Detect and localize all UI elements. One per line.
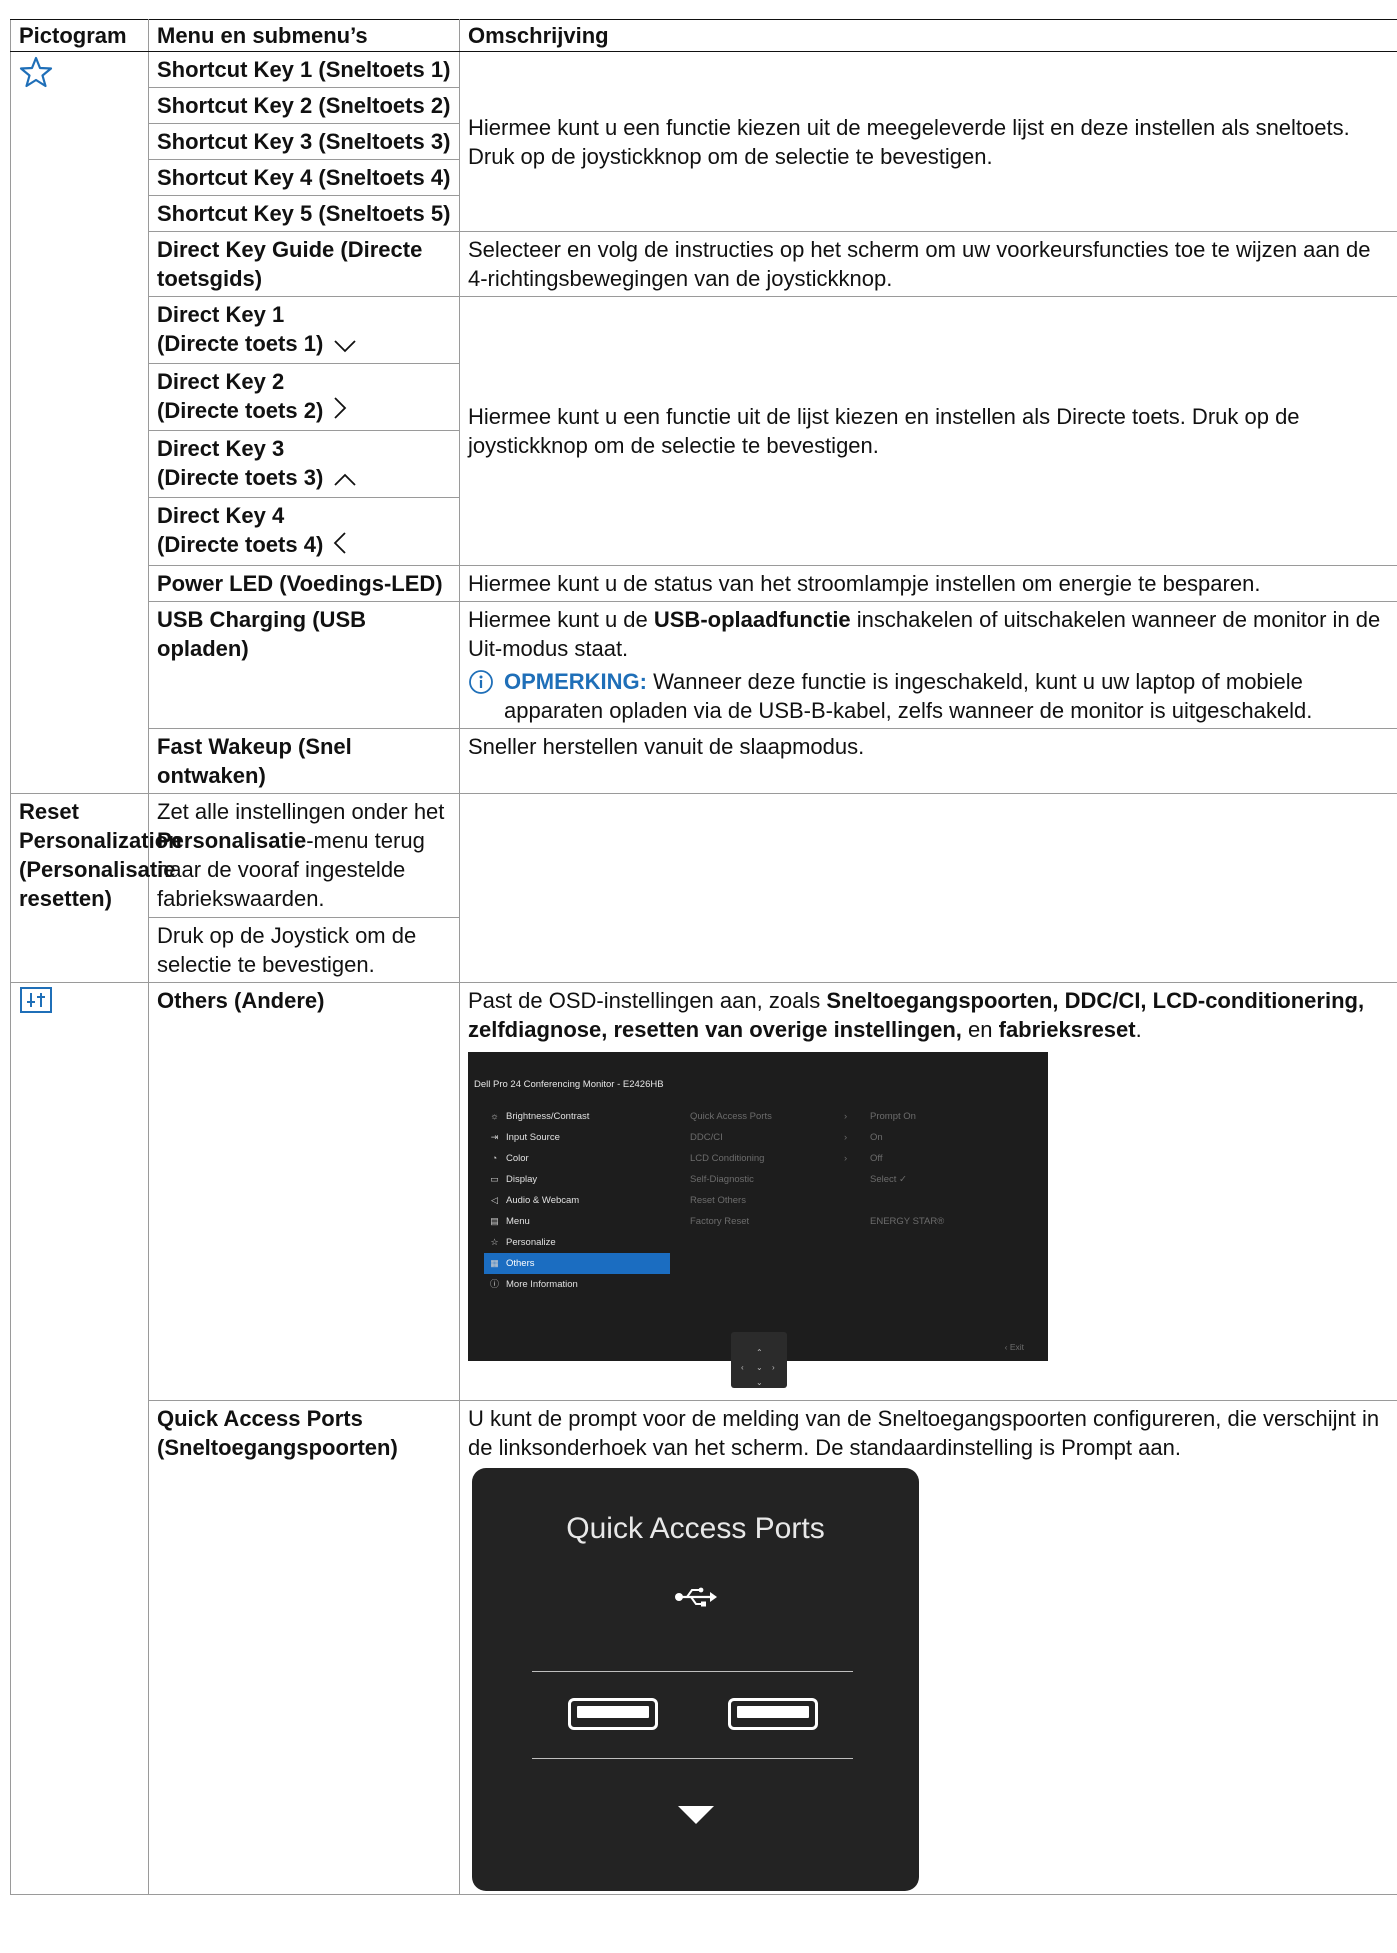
reset-desc-pre: Zet alle instellingen onder het xyxy=(157,798,445,824)
osd-values: Prompt On On Off Select ✓ ENERGY STAR® xyxy=(870,1106,1010,1232)
shortcut-key-description: Hiermee kunt u een functie kiezen uit de… xyxy=(459,51,1397,232)
table-row: Direct Key 1 (Directe toets 1) Hiermee k… xyxy=(11,296,1397,566)
star-outline-icon xyxy=(19,55,53,96)
direct-key-1-line2: (Directe toets 1) xyxy=(157,331,324,356)
header-description: Omschrijving xyxy=(459,19,1397,52)
menu-direct-key-4: Direct Key 4 (Directe toets 4) xyxy=(148,497,460,566)
usb-port-icon xyxy=(568,1697,658,1730)
osd-submenu-label: Factory Reset xyxy=(690,1215,750,1227)
others-desc-bold2: fabrieksreset xyxy=(998,1016,1136,1042)
table-row: Others (Andere) Past de OSD-instellingen… xyxy=(10,981,1397,1895)
others-settings-icon xyxy=(19,986,53,1023)
divider xyxy=(532,1757,853,1759)
chevron-right-icon xyxy=(333,396,347,427)
chevron-up-icon xyxy=(333,465,357,494)
table-row: USB Charging (USB opladen) Hiermee kunt … xyxy=(11,600,1397,729)
quick-access-popup: Quick Access Ports xyxy=(472,1467,919,1891)
usb-desc-pre: Hiermee kunt u de xyxy=(468,606,654,632)
osd-main-menu: ☼ Brightness/Contrast ⇥ Input Source ◔ Color ▭… xyxy=(484,1106,670,1295)
osd-menu-table: Pictogram Menu en submenu’s Omschrijving… xyxy=(10,19,1397,1895)
pictogram-cell-personalize xyxy=(10,51,149,794)
note-label: OPMERKING: xyxy=(504,668,647,694)
direct-key-3-line2: (Directe toets 3) xyxy=(157,465,324,491)
direct-key-2-line2: (Directe toets 2) xyxy=(157,397,324,423)
menu-quick-access-ports: Quick Access Ports (Sneltoegangspoorten) xyxy=(148,1399,460,1895)
usb-icon xyxy=(674,1586,718,1615)
usb-port-icon xyxy=(728,1697,818,1730)
fast-wakeup-description: Sneller herstellen vanuit de slaapmodus. xyxy=(459,727,1397,794)
menu-direct-key-2: Direct Key 2 (Directe toets 2) xyxy=(148,362,460,432)
note-text: OPMERKING: Wanneer deze functie is inges… xyxy=(504,667,1390,725)
menu-others: Others (Andere) xyxy=(148,981,460,1401)
menu-usb-charging: USB Charging (USB opladen) xyxy=(148,600,460,729)
menu-shortcut-key-2: Shortcut Key 2 (Sneltoets 2) xyxy=(148,87,460,124)
usb-charging-description: Hiermee kunt u de USB-oplaadfunctie insc… xyxy=(459,600,1397,729)
reset-personalization-description: Zet alle instellingen onder het Personal… xyxy=(148,792,460,983)
osd-screenshot: Dell Pro 24 Conferencing Monitor - E2426… xyxy=(468,1051,1048,1388)
menu-shortcut-key-5: Shortcut Key 5 (Sneltoets 5) xyxy=(148,195,460,232)
menu-shortcut-key-1: Shortcut Key 1 (Sneltoets 1) xyxy=(148,51,460,88)
direct-key-3-line1: Direct Key 3 xyxy=(157,436,285,462)
table-row: Shortcut Key 1 (Sneltoets 1) Hiermee kun… xyxy=(10,51,1397,794)
table-header-row: Pictogram Menu en submenu’s Omschrijving xyxy=(10,19,1397,52)
osd-value: Prompt On xyxy=(870,1110,916,1122)
table-row: Direct Key Guide (Directe toetsgids) Sel… xyxy=(11,231,1397,297)
osd-value: Select ✓ xyxy=(870,1173,908,1185)
usb-desc-bold: USB-oplaadfunctie xyxy=(653,606,851,632)
joystick-guide-icon: ⌃ ‹ ⌄ › ⌄ xyxy=(731,1331,787,1388)
reset-desc-bold: Personalisatie xyxy=(157,827,307,853)
menu-shortcut-key-3: Shortcut Key 3 (Sneltoets 3) xyxy=(148,123,460,160)
others-desc-pre: Past de OSD-instellingen aan, zoals xyxy=(468,987,827,1013)
triangle-down-icon xyxy=(678,1805,714,1824)
page: Pictogram Menu en submenu’s Omschrijving… xyxy=(0,0,1397,1953)
usb-charging-text: Hiermee kunt u de USB-oplaadfunctie insc… xyxy=(468,605,1390,663)
menu-direct-key-1: Direct Key 1 (Directe toets 1) xyxy=(148,296,460,364)
osd-menu-item: ⓘ More Information xyxy=(484,1274,670,1295)
osd-menu-label: More Information xyxy=(506,1278,578,1290)
menu-reset-personalization: Reset Personalization (Personalisatie re… xyxy=(10,792,182,983)
info-icon xyxy=(468,669,494,695)
menu-direct-key-3: Direct Key 3 (Directe toets 3) xyxy=(148,430,460,499)
direct-key-guide-description: Selecteer en volg de instructies op het … xyxy=(459,231,1397,297)
direct-key-4-line2: (Directe toets 4) xyxy=(157,532,324,558)
direct-key-2-line1: Direct Key 2 xyxy=(157,368,285,394)
direct-key-1-line1: Direct Key 1 xyxy=(157,302,285,327)
menu-direct-key-guide: Direct Key Guide (Directe toetsgids) xyxy=(148,231,460,297)
others-description: Past de OSD-instellingen aan, zoals Snel… xyxy=(459,981,1397,1401)
usb-charging-note: OPMERKING: Wanneer deze functie is inges… xyxy=(468,667,1390,725)
quick-access-description: U kunt de prompt voor de melding van de … xyxy=(459,1399,1397,1895)
header-menu: Menu en submenu’s xyxy=(148,19,460,52)
osd-menu-icon: ⓘ xyxy=(490,1278,500,1289)
table-row: Reset Personalization (Personalisatie re… xyxy=(10,792,1397,983)
menu-power-led: Power LED (Voedings-LED) xyxy=(148,564,460,602)
power-led-description: Hiermee kunt u de status van het strooml… xyxy=(459,564,1397,602)
direct-key-description: Hiermee kunt u een functie uit de lijst … xyxy=(459,296,1397,566)
chevron-left-icon xyxy=(333,531,347,562)
popup-title: Quick Access Ports xyxy=(566,1511,825,1545)
others-desc-text: Past de OSD-instellingen aan, zoals Snel… xyxy=(468,986,1390,1044)
osd-value: ENERGY STAR® xyxy=(870,1215,945,1227)
reset-desc-line: Zet alle instellingen onder het Personal… xyxy=(157,797,451,913)
chevron-down-icon xyxy=(333,331,357,360)
others-desc-end: . xyxy=(1135,1016,1142,1042)
osd-exit: ‹ Exit xyxy=(1004,1341,1024,1352)
others-desc-mid: en xyxy=(961,1016,999,1042)
table-row: Quick Access Ports (Sneltoegangspoorten)… xyxy=(11,1399,1397,1895)
osd-title: Dell Pro 24 Conferencing Monitor - E2426… xyxy=(474,1078,664,1090)
table-row: Fast Wakeup (Snel ontwaken) Sneller hers… xyxy=(11,727,1397,794)
divider xyxy=(149,916,459,918)
divider xyxy=(532,1670,853,1672)
quick-access-desc-text: U kunt de prompt voor de melding van de … xyxy=(468,1405,1380,1460)
table-row: Power LED (Voedings-LED) Hiermee kunt u … xyxy=(11,564,1397,602)
pictogram-cell-others xyxy=(10,981,149,1895)
header-pictogram: Pictogram xyxy=(10,19,149,52)
menu-shortcut-key-4: Shortcut Key 4 (Sneltoets 4) xyxy=(148,159,460,196)
direct-key-4-line1: Direct Key 4 xyxy=(157,503,285,529)
menu-fast-wakeup: Fast Wakeup (Snel ontwaken) xyxy=(148,727,460,794)
reset-desc-confirm: Druk op de Joystick om de selectie te be… xyxy=(157,922,417,977)
